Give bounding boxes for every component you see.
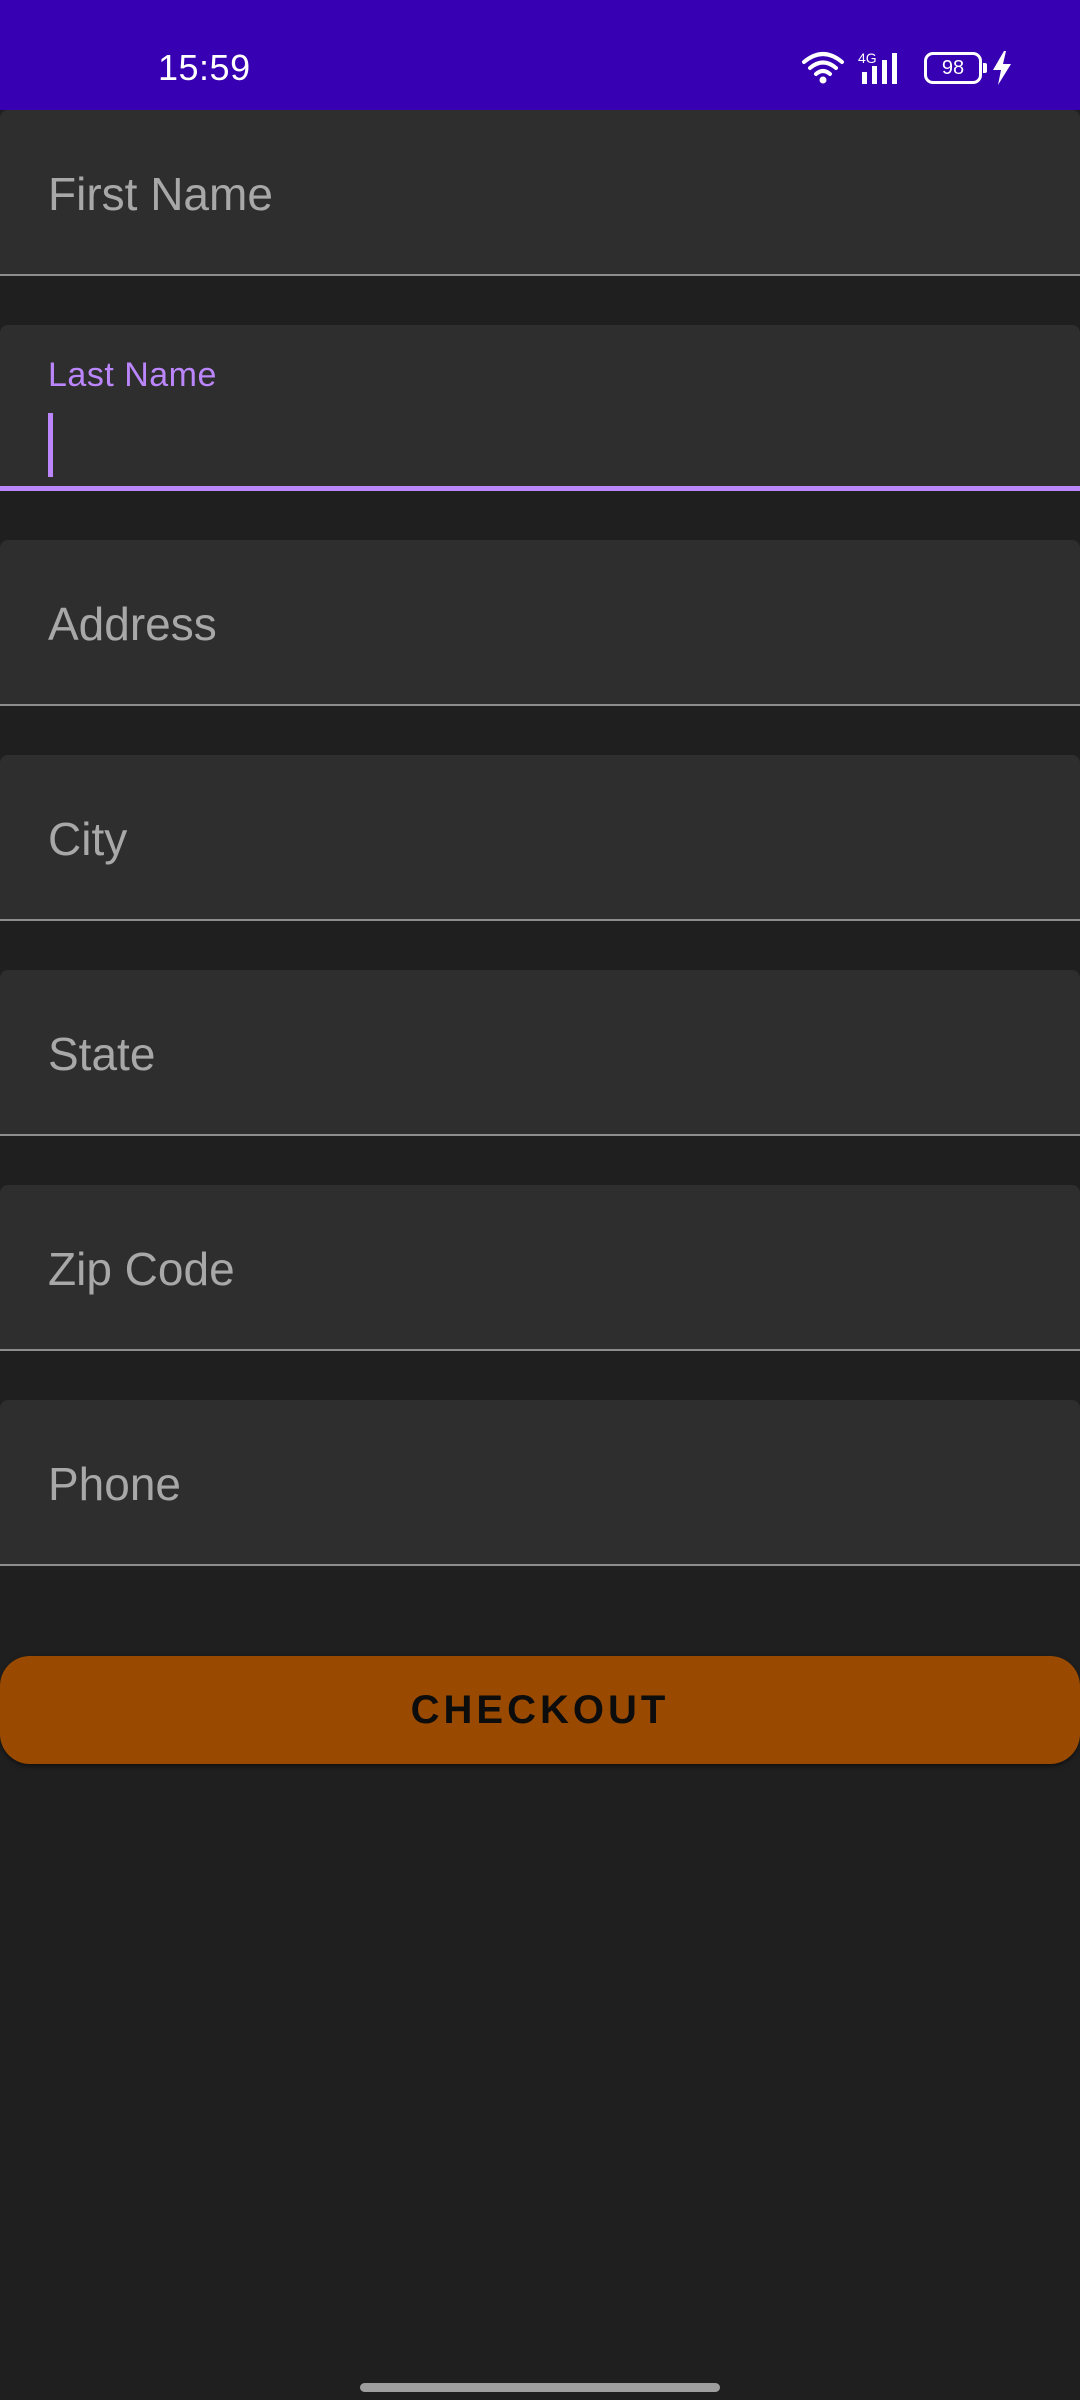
last-name-label: Last Name [48,356,217,394]
city-field[interactable]: City [0,755,1080,921]
last-name-field[interactable]: Last Name [0,325,1080,491]
zip-code-placeholder: Zip Code [48,1243,235,1295]
city-placeholder: City [48,813,128,865]
state-field[interactable]: State [0,970,1080,1136]
text-cursor [48,413,53,477]
phone-field[interactable]: Phone [0,1400,1080,1566]
first-name-field[interactable]: First Name [0,110,1080,276]
wifi-icon [802,51,844,85]
checkout-button[interactable]: CHECKOUT [0,1656,1080,1764]
address-placeholder: Address [48,598,217,650]
home-indicator[interactable] [360,2383,720,2392]
zip-code-field[interactable]: Zip Code [0,1185,1080,1351]
state-placeholder: State [48,1028,156,1080]
status-bar: 15:59 4G 98 [0,0,1080,110]
battery-icon: 98 [924,52,987,84]
address-field[interactable]: Address [0,540,1080,706]
charging-icon [992,51,1012,85]
network-type-label: 4G [858,50,877,66]
battery-level: 98 [941,57,965,79]
phone-placeholder: Phone [48,1458,182,1510]
status-time: 15:59 [158,47,251,88]
status-icons: 4G 98 [802,48,1012,88]
signal-icon: 4G [858,50,906,86]
first-name-placeholder: First Name [48,168,273,220]
